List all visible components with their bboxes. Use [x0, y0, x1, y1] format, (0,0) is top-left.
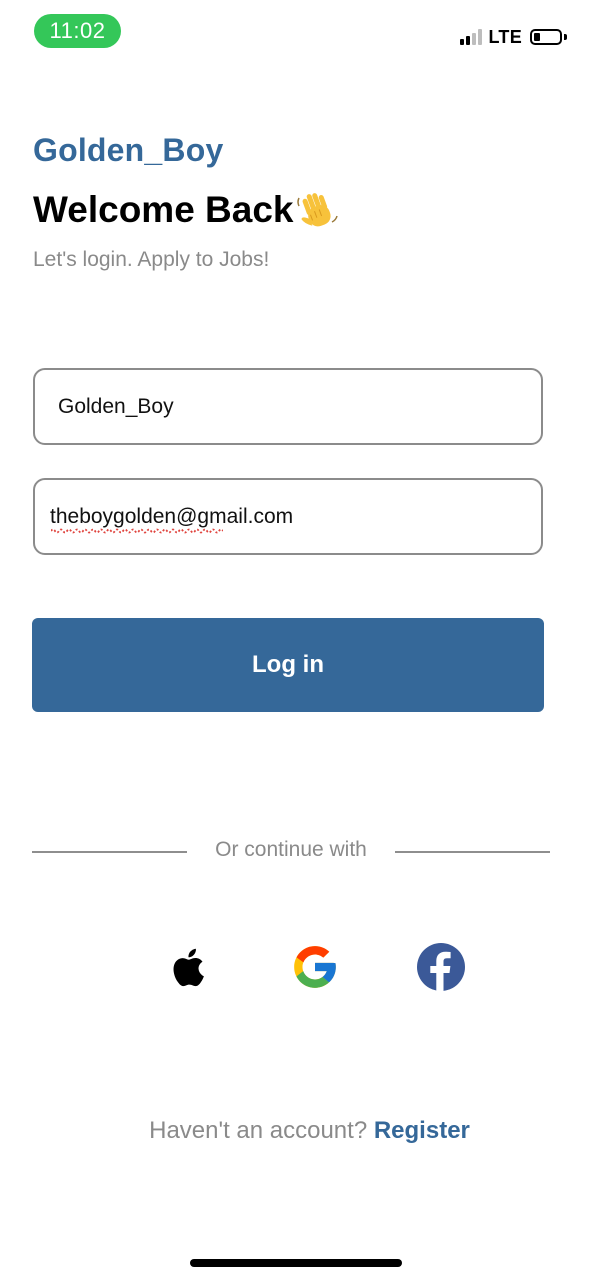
google-icon — [294, 946, 336, 988]
page-title: Welcome Back — [33, 188, 340, 232]
login-screen: 11:02 LTE Golden_Boy Welcome Back Let's … — [0, 0, 591, 1280]
signal-icon — [460, 29, 483, 45]
email-input[interactable] — [50, 504, 541, 529]
login-button[interactable]: Log in — [32, 618, 544, 712]
home-indicator[interactable] — [190, 1259, 402, 1267]
brand-name: Golden_Boy — [33, 132, 224, 168]
status-indicators: LTE — [460, 24, 567, 50]
facebook-icon — [417, 943, 465, 991]
divider-line-right — [395, 851, 550, 853]
apple-icon — [173, 948, 204, 987]
spellcheck-underline — [51, 528, 223, 534]
divider-line-left — [32, 851, 187, 853]
facebook-login-button[interactable] — [416, 942, 466, 992]
username-input[interactable] — [58, 394, 541, 419]
email-field[interactable] — [33, 478, 543, 555]
battery-icon — [530, 29, 562, 45]
title-text: Welcome Back — [33, 189, 294, 230]
register-prompt: Haven't an account? Register — [0, 1117, 591, 1145]
network-label: LTE — [488, 26, 522, 47]
register-prompt-text: Haven't an account? — [149, 1117, 374, 1144]
google-login-button[interactable] — [290, 942, 340, 992]
status-time: 11:02 — [34, 14, 121, 48]
register-link[interactable]: Register — [374, 1117, 470, 1144]
apple-login-button[interactable] — [164, 942, 214, 992]
waving-hand-icon — [296, 193, 338, 227]
username-field[interactable] — [33, 368, 543, 445]
battery-tip — [564, 34, 567, 40]
page-subtitle: Let's login. Apply to Jobs! — [33, 248, 270, 271]
divider-label: Or continue with — [215, 838, 367, 861]
